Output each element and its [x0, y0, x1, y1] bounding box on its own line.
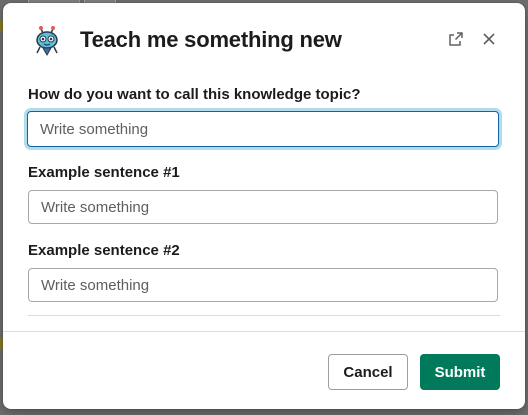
teach-modal: Teach me something new How do you want t…: [3, 3, 525, 409]
modal-title: Teach me something new: [80, 27, 342, 52]
cancel-button[interactable]: Cancel: [328, 354, 408, 390]
example2-input[interactable]: [28, 268, 498, 302]
submit-button[interactable]: Submit: [420, 354, 500, 390]
open-external-icon: [449, 32, 463, 46]
open-external-button[interactable]: [444, 27, 468, 51]
form-divider: [28, 315, 500, 316]
example2-label: Example sentence #2: [28, 242, 180, 259]
close-button[interactable]: [477, 27, 501, 51]
modal-footer: Cancel Submit: [3, 331, 525, 409]
topic-input[interactable]: [27, 111, 499, 147]
modal-header: Teach me something new: [3, 3, 525, 75]
example1-label: Example sentence #1: [28, 164, 180, 181]
topic-label: How do you want to call this knowledge t…: [28, 86, 361, 103]
robot-bot-icon: [36, 26, 58, 57]
example1-input[interactable]: [28, 190, 498, 224]
close-icon: [483, 33, 495, 45]
